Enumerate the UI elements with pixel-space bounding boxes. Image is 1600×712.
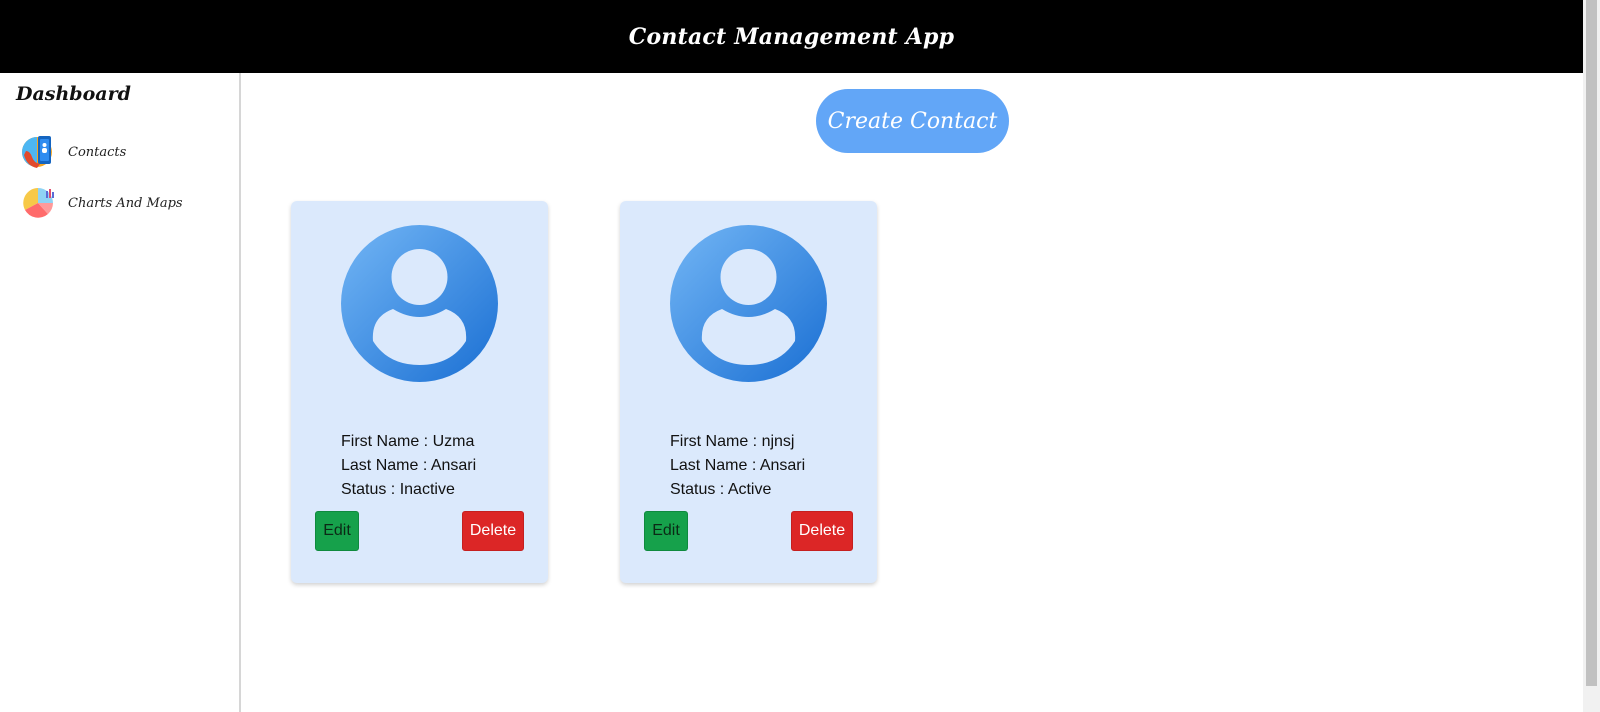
contact-card: First Name : njnsj Last Name : Ansari St…	[620, 201, 877, 583]
sidebar-title: Dashboard	[16, 83, 131, 105]
edit-button[interactable]: Edit	[644, 511, 688, 551]
contact-card: First Name : Uzma Last Name : Ansari Sta…	[291, 201, 548, 583]
user-avatar-icon	[341, 225, 498, 382]
contacts-icon	[22, 136, 52, 168]
scrollbar-thumb[interactable]	[1586, 0, 1597, 686]
user-avatar-icon	[670, 225, 827, 382]
contact-last-name: Last Name : Ansari	[670, 457, 806, 474]
sidebar: Dashboard Contacts Charts And Maps	[0, 73, 241, 712]
contact-status: Status : Active	[670, 481, 772, 498]
contact-info: First Name : njnsj Last Name : Ansari St…	[670, 430, 805, 502]
app-header: Contact Management App	[0, 0, 1583, 73]
contact-last-name: Last Name : Ansari	[341, 457, 477, 474]
delete-button[interactable]: Delete	[462, 511, 524, 551]
contact-status: Status : Inactive	[341, 481, 455, 498]
edit-button[interactable]: Edit	[315, 511, 359, 551]
sidebar-item-label: Charts And Maps	[68, 195, 183, 211]
delete-button[interactable]: Delete	[791, 511, 853, 551]
sidebar-item-label: Contacts	[68, 144, 127, 160]
contact-first-name: First Name : Uzma	[341, 433, 475, 450]
contact-info: First Name : Uzma Last Name : Ansari Sta…	[341, 430, 476, 502]
app-title: Contact Management App	[628, 23, 955, 50]
create-contact-button[interactable]: Create Contact	[816, 89, 1009, 153]
sidebar-item-charts-and-maps[interactable]: Charts And Maps	[22, 185, 183, 221]
contact-first-name: First Name : njnsj	[670, 433, 795, 450]
sidebar-item-contacts[interactable]: Contacts	[22, 134, 126, 170]
charts-icon	[23, 188, 54, 218]
